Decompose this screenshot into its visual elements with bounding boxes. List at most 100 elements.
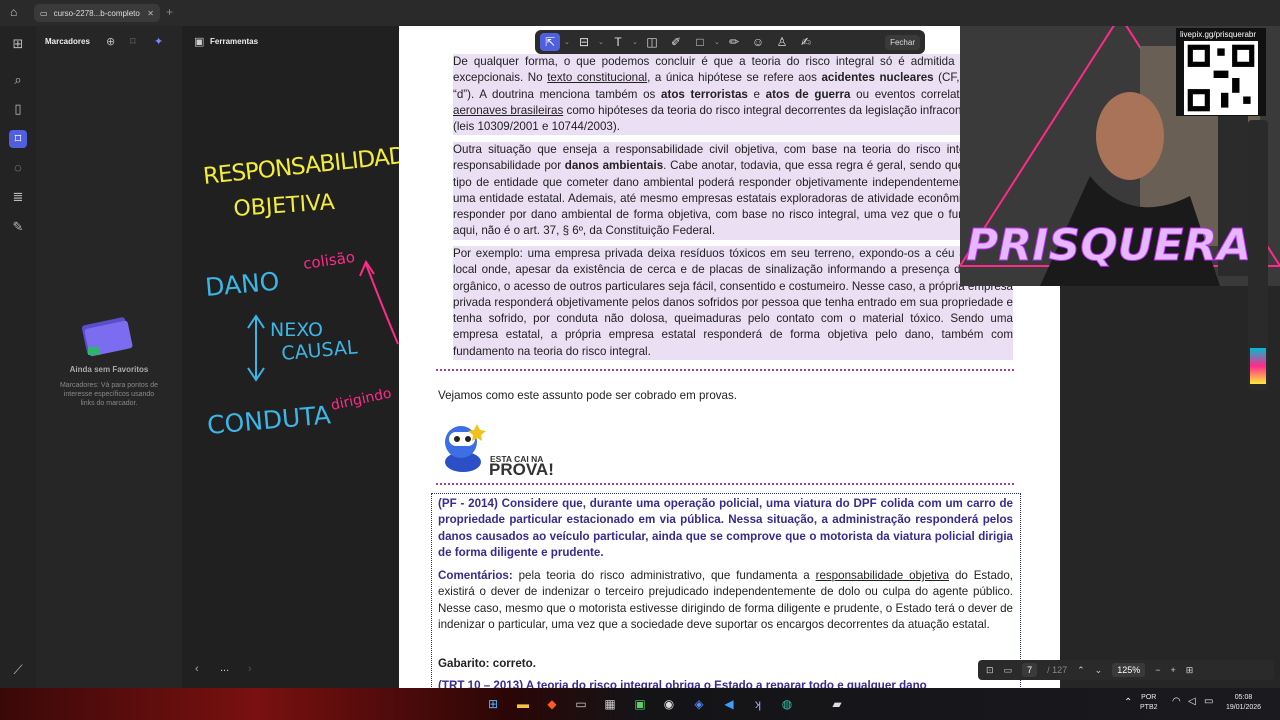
bookmark-outline-icon[interactable]: ⌑ [130, 35, 136, 48]
close-tab-icon[interactable]: ✕ [147, 9, 154, 18]
battery-icon[interactable]: ▭ [1204, 697, 1213, 707]
shape-tool-icon[interactable]: □ [690, 33, 710, 51]
gabarito-value: correto. [489, 657, 536, 670]
clock[interactable]: 05:08 19/01/2026 [1226, 693, 1261, 713]
bookmark-icon[interactable]: ⌑ [9, 130, 27, 148]
text-span: e [747, 87, 766, 101]
zoom-level[interactable]: 125% [1112, 663, 1146, 677]
text-span: danos ambientais [564, 159, 664, 173]
page-up-icon[interactable]: ⌃ [1077, 665, 1085, 676]
page-down-icon[interactable]: ⌄ [1095, 665, 1103, 676]
handwriting-canvas[interactable]: RESPONSABILIDADE OBJETIVA DANO colisão N… [182, 26, 399, 658]
ink-nexo: NEXO [270, 319, 323, 341]
text-span: atos de guerra [765, 87, 851, 101]
sticker-tool-icon[interactable]: ☺ [748, 33, 768, 51]
attachment-icon[interactable]: ✎ [9, 218, 27, 236]
mascot-icon [445, 424, 486, 472]
pin-icon[interactable]: ✦ [154, 35, 163, 48]
language-code: POR [1141, 694, 1157, 701]
tools-panel: ▣ Ferramentas RESPONSABILIDADE OBJETIVA … [182, 26, 399, 688]
select-tool-icon[interactable]: ⇱ [540, 33, 560, 51]
qr-code-icon [1184, 41, 1258, 115]
gabarito-label: Gabarito: [438, 657, 490, 670]
tab-title: curso-2278...b-completo [53, 8, 140, 18]
badge-big-text: PROVA! [489, 460, 554, 479]
obs-icon[interactable]: ◉ [660, 695, 678, 713]
vscode-icon[interactable]: ◀ [720, 695, 738, 713]
more-options[interactable]: ... [220, 662, 229, 674]
divider [436, 483, 1014, 485]
taskbar: ⊞ ▬ ◆ ▭ ▦ ▣ ◉ ◈ ◀ ʞ ◍ ▰ ⌃ POR PTB2 ◠ ◁ ▭… [0, 688, 1280, 720]
comment-icon[interactable]: ◌ [9, 159, 27, 177]
page-total: / 127 [1047, 665, 1068, 675]
file-explorer-icon[interactable]: ▬ [514, 695, 532, 713]
text-span: pela teoria do risco administrativo, que… [512, 569, 816, 582]
pen-app-icon[interactable]: ▰ [828, 695, 846, 713]
stamp-tool-icon[interactable]: ♙ [772, 33, 792, 51]
layers-icon[interactable]: ≣ [9, 188, 27, 206]
annotation-toolbar: ⇱ ⌄ ⊟ ⌄ T ⌄ ◫ ✐ □ ⌄ ✏ ☺ ♙ ✍ Fechar [535, 30, 925, 54]
zoom-out-icon[interactable]: − [1155, 665, 1160, 675]
signature-tool-icon[interactable]: ✍ [796, 33, 816, 51]
comment-label: Comentários: [438, 569, 513, 582]
close-toolbar-button[interactable]: Fechar [885, 34, 920, 50]
bookmarks-panel: Marcadores ⊕ ⌑ ✦ Ainda sem Favoritos Mar… [36, 26, 182, 688]
add-bookmark-icon[interactable]: ⊕ [106, 35, 115, 48]
clock-time: 05:08 [1234, 694, 1253, 701]
text-span: responsabilidade objetiva [815, 569, 950, 582]
prev-arrow-icon[interactable]: ‹ [195, 663, 199, 675]
qr-code-panel: livepix.gg/prisquerabr [1176, 28, 1266, 116]
text-span: acidentes nucleares [821, 71, 934, 85]
text-span: atos terroristas [661, 87, 748, 101]
bookmarks-nav: ‹ ... › [182, 660, 270, 680]
ink-title-line2: OBJETIVA [233, 190, 336, 222]
app-letter-icon[interactable]: ʞ [749, 695, 767, 713]
tab-document[interactable]: ▭ curso-2278...b-completo ✕ [34, 4, 160, 22]
language-indicator[interactable]: POR PTB2 [1140, 693, 1158, 713]
brave-browser-icon[interactable]: ◆ [543, 695, 561, 713]
home-icon[interactable]: ⌂ [10, 5, 17, 19]
grid-icon[interactable]: ⊞ [9, 35, 27, 53]
page-number-input[interactable]: 7 [1022, 663, 1038, 677]
qr-url: livepix.gg/prisquerabr [1180, 30, 1257, 39]
next-arrow-icon[interactable]: › [248, 663, 252, 675]
clock-date: 19/01/2026 [1226, 704, 1262, 711]
terminal-icon[interactable]: ▭ [572, 695, 590, 713]
fit-width-icon[interactable]: ⊞ [1186, 665, 1194, 676]
windows-start-icon[interactable]: ⊞ [484, 695, 502, 713]
highlight-tool-icon[interactable]: ✐ [666, 33, 686, 51]
fit-page-icon[interactable]: ⊡ [986, 665, 994, 676]
edge-icon[interactable]: ◍ [778, 695, 796, 713]
keyboard-layout: PTB2 [1140, 704, 1158, 711]
page-icon[interactable]: ▯ [9, 100, 27, 118]
title-bar: ⌂ ▭ curso-2278...b-completo ✕ + [0, 0, 1280, 26]
text-tool-icon[interactable]: T [608, 33, 628, 51]
search-icon[interactable]: ⌕ [9, 71, 27, 89]
settings-bottom-icon[interactable]: ⟋ [9, 661, 27, 679]
app-blue-icon[interactable]: ◈ [690, 695, 708, 713]
ink-title-line1: RESPONSABILIDADE [202, 141, 399, 190]
app-green-icon[interactable]: ▣ [631, 695, 649, 713]
bookmarks-title: Marcadores [45, 37, 90, 46]
paragraph-exemplo: Por exemplo: uma empresa privada deixa r… [453, 246, 1013, 361]
note-tool-icon[interactable]: ◫ [642, 33, 662, 51]
zoom-in-icon[interactable]: + [1171, 665, 1176, 675]
ink-dano: DANO [204, 267, 281, 302]
color-swatch-icon[interactable] [1250, 348, 1266, 384]
gabarito: Gabarito: correto. [438, 656, 1013, 672]
pen-tool-icon[interactable]: ✏ [724, 33, 744, 51]
presentation-icon[interactable]: ▭ [1004, 665, 1013, 676]
area-tool-icon[interactable]: ⊟ [574, 33, 594, 51]
new-tab-icon[interactable]: + [166, 5, 173, 19]
empty-book-icon [81, 317, 133, 357]
divider [436, 369, 1014, 371]
comment-paragraph: Comentários: pela teoria do risco admini… [438, 568, 1013, 633]
paragraph-danos-ambientais: Outra situação que enseja a responsabili… [453, 142, 1013, 240]
text-span: texto constitucional [547, 71, 648, 85]
volume-icon[interactable]: ◁ [1188, 697, 1196, 707]
tray-chevron-icon[interactable]: ⌃ [1124, 698, 1132, 708]
question-text: (PF - 2014) Considere que, durante uma o… [438, 497, 1013, 559]
calculator-icon[interactable]: ▦ [601, 695, 619, 713]
intro-text: Vejamos como este assunto pode ser cobra… [438, 389, 738, 402]
wifi-icon[interactable]: ◠ [1172, 697, 1181, 707]
